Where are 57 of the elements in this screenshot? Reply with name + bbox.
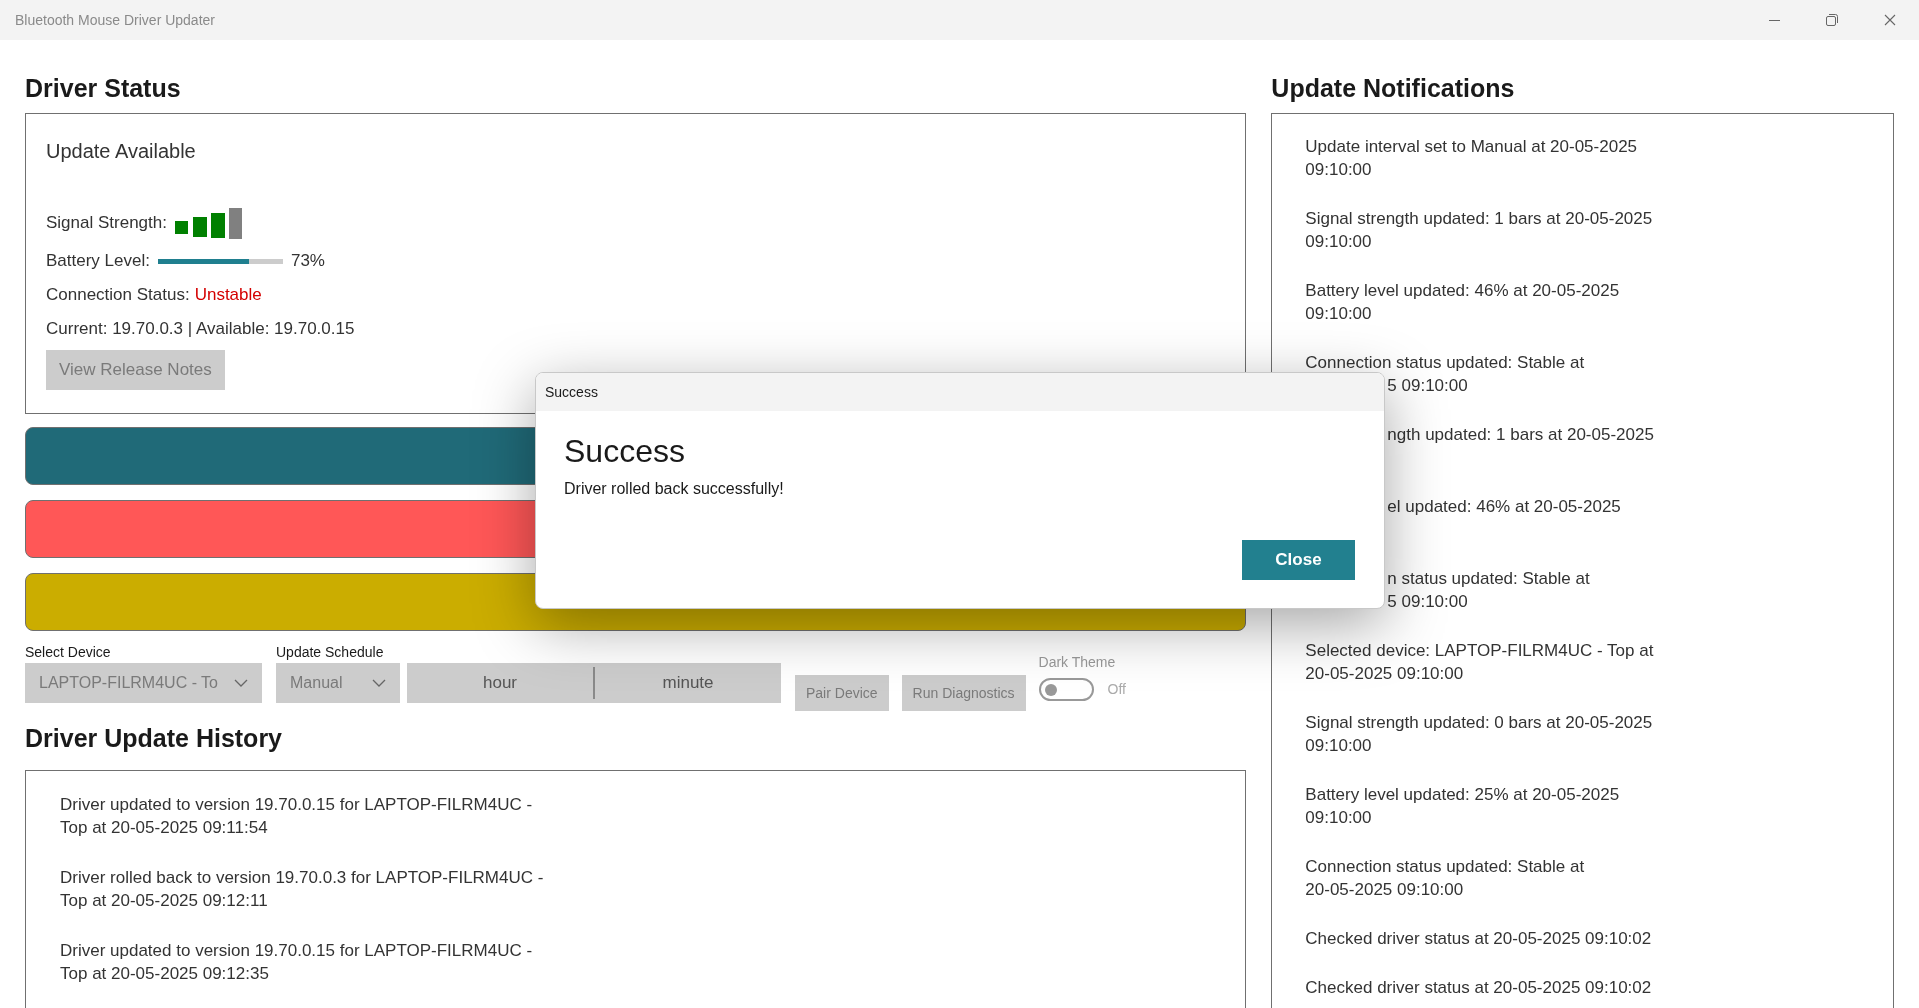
signal-strength-icon — [174, 207, 243, 239]
notification-text: 20-05-2025 09:10:00 — [1305, 663, 1464, 685]
schedule-dropdown[interactable]: Manual — [276, 663, 400, 703]
chevron-down-icon — [372, 679, 386, 687]
notification-text: Checked driver status at 20-05-2025 09:10:02 — [1305, 928, 1652, 950]
field-label: Select Device — [25, 643, 112, 661]
notification-text: Signal strength updated: 1 bars at 20-05-2025 — [1305, 208, 1653, 230]
hour-picker[interactable]: hour — [407, 667, 595, 699]
device-dropdown[interactable]: LAPTOP-FILRM4UC - To — [25, 663, 262, 703]
notification-text: Connection status updated: Stable at — [1305, 856, 1585, 878]
action-button[interactable]: Pair Device — [795, 675, 889, 711]
notification-text: 09:10:00 — [1305, 807, 1372, 829]
history-entry: Driver updated to version 19.70.0.15 for LAPTOP-FILRM4UC - Top at 20-05-2025 09:12:35 — [60, 940, 533, 985]
notification-text: Connection status updated: Stable at — [1305, 352, 1585, 374]
toggle-label: Dark Theme — [1038, 653, 1117, 671]
notification-text: Update interval set to Manual at 20-05-2025 — [1305, 136, 1638, 158]
dialog-title: Success — [545, 382, 598, 402]
close-dialog-button[interactable]: Close — [1242, 540, 1355, 580]
notification-text: 5 09:10:00 — [1387, 375, 1468, 397]
battery-percentage: 73% — [290, 250, 325, 273]
battery-label: Battery Level: — [46, 250, 150, 273]
section-heading: Update Notifications — [1271, 73, 1516, 104]
history-entry: Driver rolled back to version 19.70.0.3 for LAPTOP-FILRM4UC - Top at 20-05-2025 09:12:11 — [60, 867, 544, 912]
field-label: Update Schedule — [276, 643, 385, 661]
notification-text: 09:10:00 — [1305, 303, 1372, 325]
close-icon — [1884, 14, 1896, 26]
notification-text: Signal strength updated: 0 bars at 20-05-2025 — [1305, 712, 1653, 734]
dialog-heading: Success — [564, 432, 685, 471]
notification-text: 5 09:10:00 — [1387, 591, 1468, 613]
notification-text: 20-05-2025 09:10:00 — [1305, 879, 1464, 901]
notification-text: ngth updated: 1 bars at 20-05-2025 — [1387, 424, 1654, 446]
minute-picker[interactable]: minute — [595, 663, 781, 703]
notification-text: Checked driver status at 20-05-2025 09:10:02 — [1305, 977, 1652, 999]
notification-text: Selected device: LAPTOP-FILRM4UC - Top at — [1305, 640, 1654, 662]
connection-status: Unstable — [194, 284, 262, 307]
toggle-state: Off — [1107, 680, 1126, 699]
notification-text: 09:10:00 — [1305, 735, 1372, 757]
window-title: Bluetooth Mouse Driver Updater — [15, 10, 215, 30]
notification-text: n status updated: Stable at — [1387, 568, 1590, 590]
chevron-down-icon — [234, 679, 248, 687]
restore-icon — [1826, 14, 1838, 26]
section-heading: Driver Status — [25, 73, 182, 104]
dark-theme-toggle[interactable] — [1038, 678, 1094, 701]
history-entry: Driver updated to version 19.70.0.15 for LAPTOP-FILRM4UC - Top at 20-05-2025 09:11:54 — [60, 794, 533, 839]
notification-text: Battery level updated: 46% at 20-05-2025 — [1305, 280, 1620, 302]
notification-text: 09:10:00 — [1305, 159, 1372, 181]
notification-text: 09:10:00 — [1305, 231, 1372, 253]
connection-label: Connection Status: — [46, 284, 190, 307]
minimize-icon — [1768, 19, 1780, 21]
dialog-message: Driver rolled back successfully! — [564, 479, 784, 499]
action-button[interactable]: Run Diagnostics — [901, 675, 1026, 711]
notification-text: Battery level updated: 25% at 20-05-2025 — [1305, 784, 1620, 806]
signal-label: Signal Strength: — [46, 212, 167, 235]
update-status-text: Update Available — [46, 139, 197, 164]
section-heading: Driver Update History — [25, 723, 284, 754]
version-text: Current: 19.70.0.3 | Available: 19.70.0.15 — [46, 318, 356, 340]
notification-text: el updated: 46% at 20-05-2025 — [1387, 496, 1621, 518]
